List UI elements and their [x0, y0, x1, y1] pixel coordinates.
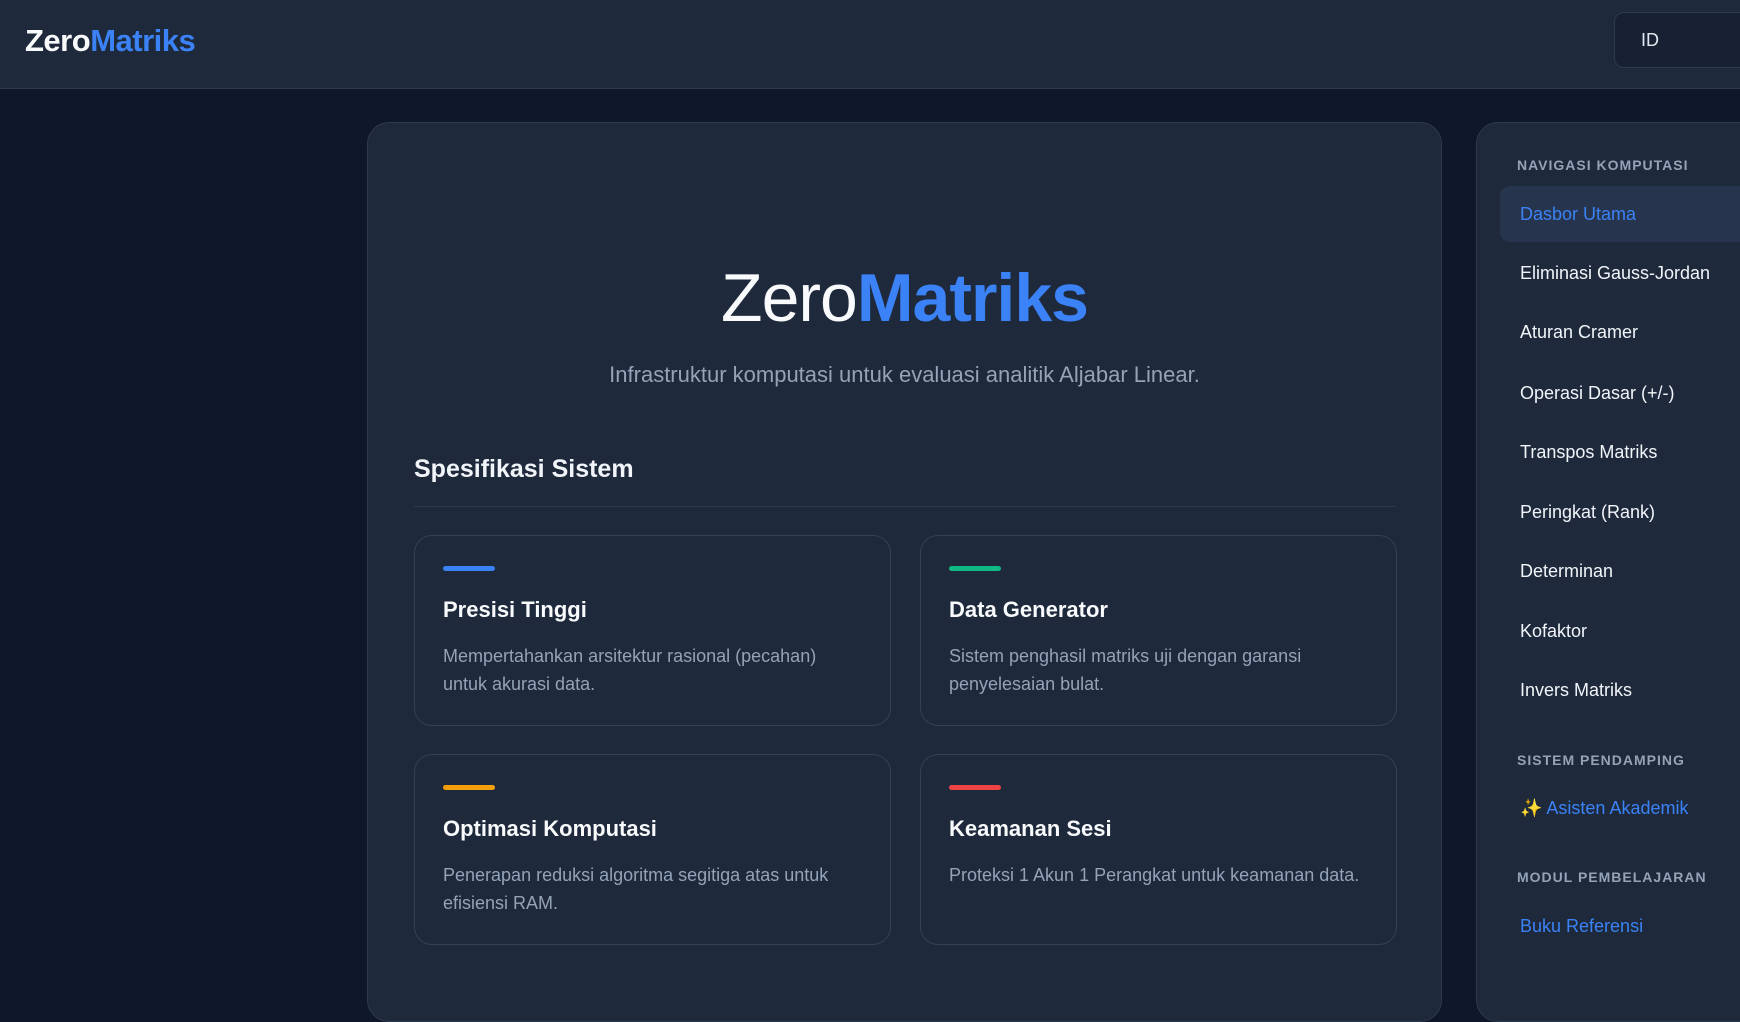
- hero-title-matriks: Matriks: [856, 260, 1089, 336]
- spec-card-keamanan: Keamanan Sesi Proteksi 1 Akun 1 Perangka…: [920, 754, 1397, 945]
- sidebar-group-modul: MODUL PEMBELAJARAN: [1517, 869, 1707, 885]
- card-accent-bar: [949, 566, 1001, 571]
- app-logo[interactable]: ZeroMatriks: [25, 22, 196, 60]
- sidebar-item-gauss-jordan[interactable]: Eliminasi Gauss-Jordan: [1500, 245, 1740, 301]
- spec-card-optimasi: Optimasi Komputasi Penerapan reduksi alg…: [414, 754, 891, 945]
- card-accent-bar: [443, 566, 495, 571]
- card-description: Mempertahankan arsitektur rasional (peca…: [443, 646, 817, 694]
- sidebar-item-determinan[interactable]: Determinan: [1500, 543, 1740, 599]
- sidebar-item-referensi[interactable]: Buku Referensi: [1500, 898, 1740, 954]
- card-description: Penerapan reduksi algoritma segitiga ata…: [443, 865, 829, 913]
- logo-text-matriks: Matriks: [90, 23, 196, 58]
- sidebar-item-asisten[interactable]: ✨ Asisten Akademik: [1500, 780, 1740, 836]
- sidebar-item-rank[interactable]: Peringkat (Rank): [1500, 484, 1740, 540]
- sidebar-group-navigasi: NAVIGASI KOMPUTASI: [1517, 157, 1689, 173]
- logo-text-zero: Zero: [25, 23, 91, 58]
- card-description: Sistem penghasil matriks uji dengan gara…: [949, 646, 1302, 694]
- sidebar: NAVIGASI KOMPUTASI Dasbor Utama Eliminas…: [1476, 122, 1740, 1022]
- hero-subtitle: Infrastruktur komputasi untuk evaluasi a…: [609, 362, 1200, 387]
- spec-card-presisi: Presisi Tinggi Mempertahankan arsitektur…: [414, 535, 891, 726]
- sidebar-group-pendamping: SISTEM PENDAMPING: [1517, 752, 1685, 768]
- card-accent-bar: [443, 785, 495, 790]
- sidebar-item-transpos[interactable]: Transpos Matriks: [1500, 424, 1740, 480]
- card-accent-bar: [949, 785, 1001, 790]
- card-title: Presisi Tinggi: [443, 597, 587, 622]
- specs-section-title: Spesifikasi Sistem: [414, 455, 634, 483]
- main-panel: ZeroMatriks Infrastruktur komputasi untu…: [367, 122, 1442, 1022]
- spec-card-generator: Data Generator Sistem penghasil matriks …: [920, 535, 1397, 726]
- language-selector[interactable]: ID: [1614, 12, 1740, 68]
- card-title: Data Generator: [949, 597, 1108, 622]
- sidebar-item-invers[interactable]: Invers Matriks: [1500, 662, 1740, 718]
- sidebar-item-dasbor[interactable]: Dasbor Utama: [1500, 186, 1740, 242]
- card-title: Keamanan Sesi: [949, 816, 1112, 841]
- hero-title: ZeroMatriks: [368, 258, 1441, 338]
- top-bar: ZeroMatriks ID: [0, 0, 1740, 89]
- card-title: Optimasi Komputasi: [443, 816, 657, 841]
- section-divider: [414, 506, 1396, 507]
- sidebar-item-cramer[interactable]: Aturan Cramer: [1500, 304, 1740, 360]
- hero-title-zero: Zero: [721, 260, 858, 336]
- card-description: Proteksi 1 Akun 1 Perangkat untuk keaman…: [949, 865, 1360, 885]
- sidebar-item-operasi-dasar[interactable]: Operasi Dasar (+/-): [1500, 365, 1740, 421]
- sidebar-item-kofaktor[interactable]: Kofaktor: [1500, 603, 1740, 659]
